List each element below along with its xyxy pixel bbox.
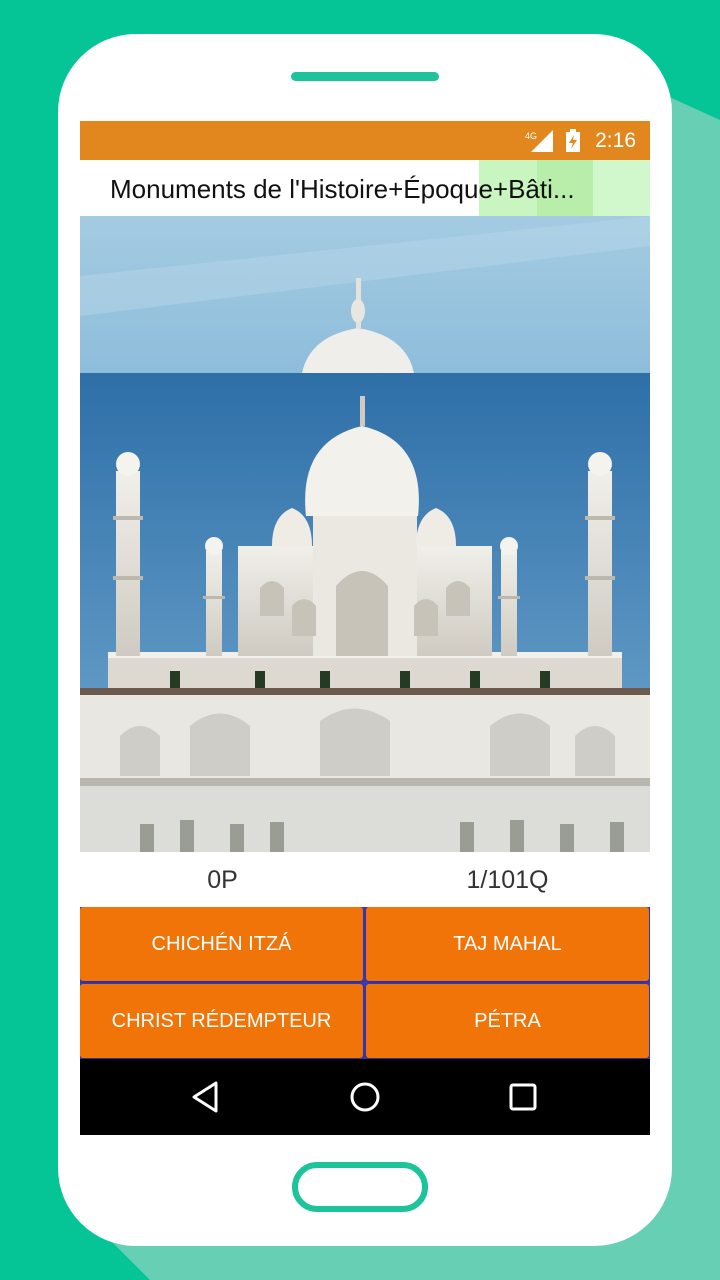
monument-photo [80,216,650,852]
recents-icon[interactable] [505,1079,541,1115]
app-screen: 4G 2:16 Monuments de l'Histoire+Époque+B… [80,121,650,1135]
question-counter: 1/101Q [466,866,549,894]
network-label: 4G [525,131,537,141]
answer-button[interactable]: CHICHÉN ITZÁ [80,907,363,981]
phone-home-button[interactable] [292,1162,428,1212]
app-title: Monuments de l'Histoire+Époque+Bâti... [110,174,575,204]
title-highlight [593,160,650,216]
phone-speaker [291,72,439,81]
status-bar: 4G 2:16 [80,121,650,160]
answer-button[interactable]: TAJ MAHAL [366,907,649,981]
answer-button[interactable]: CHRIST RÉDEMPTEUR [80,984,363,1058]
answer-button[interactable]: PÉTRA [366,984,649,1058]
home-icon[interactable] [347,1079,383,1115]
answer-grid: CHICHÉN ITZÁ TAJ MAHAL CHRIST RÉDEMPTEUR… [80,907,650,1059]
score-row: 0P 1/101Q [80,852,650,907]
back-icon[interactable] [188,1079,224,1115]
score-label: 0P [207,866,238,894]
signal-icon: 4G [525,130,553,152]
title-bar: Monuments de l'Histoire+Époque+Bâti... [80,160,650,216]
battery-charging-icon [566,129,580,152]
navigation-bar [80,1059,650,1135]
status-time: 2:16 [595,129,636,152]
